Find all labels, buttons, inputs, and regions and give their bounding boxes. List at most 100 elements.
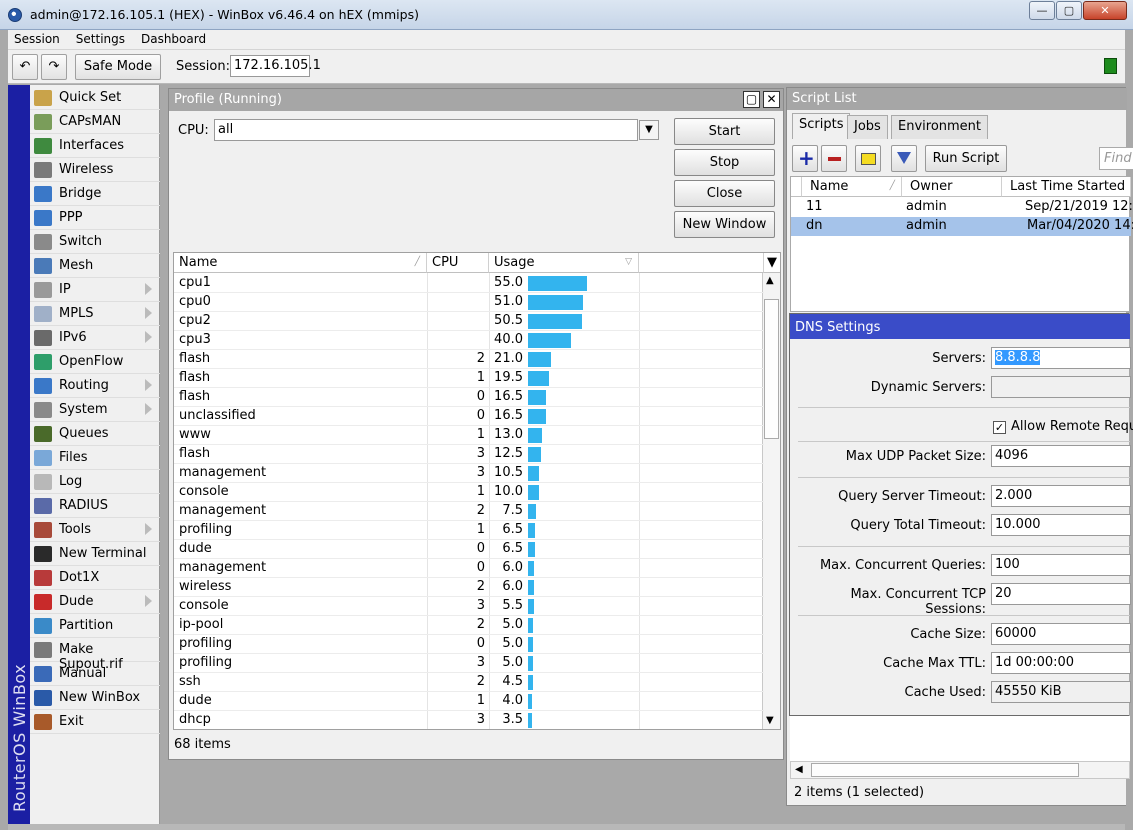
sidebar-item-make-supout-rif[interactable]: Make Supout.rif bbox=[30, 638, 160, 672]
table-row[interactable]: profiling 3 5.0 bbox=[174, 654, 764, 673]
sidebar-item-radius[interactable]: RADIUS bbox=[30, 494, 160, 518]
sidebar-item-tools[interactable]: Tools bbox=[30, 518, 160, 542]
run-script-button[interactable]: Run Script bbox=[925, 145, 1007, 172]
table-row[interactable]: dhcp 3 3.5 bbox=[174, 711, 764, 729]
table-row[interactable]: management 0 6.0 bbox=[174, 559, 764, 578]
table-row[interactable]: flash 0 16.5 bbox=[174, 388, 764, 407]
sidebar-item-ppp[interactable]: PPP bbox=[30, 206, 160, 230]
script-row[interactable]: 11 admin Sep/21/2019 12:5 bbox=[791, 198, 1133, 217]
table-row[interactable]: cpu2 50.5 bbox=[174, 312, 764, 331]
sidebar-item-interfaces[interactable]: Interfaces bbox=[30, 134, 160, 158]
menu-dashboard[interactable]: Dashboard bbox=[135, 30, 212, 48]
table-row[interactable]: console 3 5.5 bbox=[174, 597, 764, 616]
query-server-timeout-field[interactable]: 2.000 bbox=[991, 485, 1131, 507]
table-row[interactable]: cpu3 40.0 bbox=[174, 331, 764, 350]
sidebar-item-dude[interactable]: Dude bbox=[30, 590, 160, 614]
table-row[interactable]: flash 1 19.5 bbox=[174, 369, 764, 388]
sidebar-item-mesh[interactable]: Mesh bbox=[30, 254, 160, 278]
max-udp-field[interactable]: 4096 bbox=[991, 445, 1131, 467]
tab-environment[interactable]: Environment bbox=[891, 115, 989, 139]
allow-remote-requests-checkbox[interactable]: ✓ bbox=[993, 421, 1006, 434]
table-row[interactable]: management 3 10.5 bbox=[174, 464, 764, 483]
column-menu-icon[interactable]: ▼ bbox=[764, 253, 780, 273]
max-concurrent-queries-field[interactable]: 100 bbox=[991, 554, 1131, 576]
table-row[interactable]: cpu1 55.0 bbox=[174, 274, 764, 293]
sidebar-item-log[interactable]: Log bbox=[30, 470, 160, 494]
profile-close-button[interactable]: ✕ bbox=[763, 91, 780, 108]
sidebar-item-routing[interactable]: Routing bbox=[30, 374, 160, 398]
sidebar-item-capsman[interactable]: CAPsMAN bbox=[30, 110, 160, 134]
sidebar-item-quick-set[interactable]: Quick Set bbox=[30, 86, 160, 110]
sidebar-item-bridge[interactable]: Bridge bbox=[30, 182, 160, 206]
menu-session[interactable]: Session bbox=[8, 30, 66, 48]
cpu-dropdown-icon[interactable]: ▼ bbox=[639, 120, 659, 140]
safe-mode-button[interactable]: Safe Mode bbox=[75, 54, 161, 80]
table-row[interactable]: dude 1 4.0 bbox=[174, 692, 764, 711]
profile-vertical-scrollbar[interactable]: ▲ ▼ bbox=[762, 273, 780, 729]
new-window-button[interactable]: New Window bbox=[674, 211, 775, 238]
comment-button[interactable] bbox=[855, 145, 881, 172]
cpu-select[interactable]: all bbox=[214, 119, 638, 141]
scroll-thumb[interactable] bbox=[764, 299, 779, 439]
column-header-last-started[interactable]: Last Time Started bbox=[1002, 177, 1131, 197]
start-button[interactable]: Start bbox=[674, 118, 775, 145]
sidebar-item-files[interactable]: Files bbox=[30, 446, 160, 470]
remove-script-button[interactable] bbox=[821, 145, 847, 172]
undo-button[interactable]: ↶ bbox=[12, 54, 38, 80]
sidebar-item-mpls[interactable]: MPLS bbox=[30, 302, 160, 326]
stop-button[interactable]: Stop bbox=[674, 149, 775, 176]
table-row[interactable]: profiling 0 5.0 bbox=[174, 635, 764, 654]
table-row[interactable]: ip-pool 2 5.0 bbox=[174, 616, 764, 635]
scripts-horizontal-scrollbar[interactable]: ◀ bbox=[790, 761, 1130, 779]
redo-button[interactable]: ↷ bbox=[41, 54, 67, 80]
filter-button[interactable] bbox=[891, 145, 917, 172]
tab-jobs[interactable]: Jobs bbox=[847, 115, 888, 139]
table-row[interactable]: www 1 13.0 bbox=[174, 426, 764, 445]
cache-max-ttl-field[interactable]: 1d 00:00:00 bbox=[991, 652, 1131, 674]
table-row[interactable]: profiling 1 6.5 bbox=[174, 521, 764, 540]
max-concurrent-tcp-field[interactable]: 20 bbox=[991, 583, 1131, 605]
sidebar-item-system[interactable]: System bbox=[30, 398, 160, 422]
table-row[interactable]: cpu0 51.0 bbox=[174, 293, 764, 312]
horizontal-scroll-thumb[interactable] bbox=[811, 763, 1079, 777]
sidebar-item-partition[interactable]: Partition bbox=[30, 614, 160, 638]
sidebar-item-openflow[interactable]: OpenFlow bbox=[30, 350, 160, 374]
column-header-owner[interactable]: Owner bbox=[902, 177, 1002, 197]
table-row[interactable]: flash 2 21.0 bbox=[174, 350, 764, 369]
table-row[interactable]: unclassified 0 16.5 bbox=[174, 407, 764, 426]
maximize-button[interactable]: ▢ bbox=[1056, 1, 1082, 20]
add-script-button[interactable]: + bbox=[792, 145, 818, 172]
sidebar-item-dot1x[interactable]: Dot1X bbox=[30, 566, 160, 590]
sidebar-item-manual[interactable]: Manual bbox=[30, 662, 160, 686]
script-row[interactable]: dn admin Mar/04/2020 14:4 bbox=[791, 217, 1133, 236]
profile-maximize-button[interactable]: ▢ bbox=[743, 91, 760, 108]
servers-field[interactable]: 8.8.8.8 bbox=[991, 347, 1131, 369]
menu-settings[interactable]: Settings bbox=[70, 30, 131, 48]
session-address-field[interactable]: 172.16.105.1 bbox=[230, 55, 321, 77]
column-header-usage[interactable]: Usage ▽ bbox=[489, 253, 639, 273]
sidebar-item-new-terminal[interactable]: New Terminal bbox=[30, 542, 160, 566]
sidebar-item-switch[interactable]: Switch bbox=[30, 230, 160, 254]
scroll-up-icon[interactable]: ▲ bbox=[766, 275, 774, 286]
column-header-script-name[interactable]: Name ╱ bbox=[802, 177, 902, 197]
sidebar-item-ipv6[interactable]: IPv6 bbox=[30, 326, 160, 350]
table-row[interactable]: dude 0 6.5 bbox=[174, 540, 764, 559]
table-row[interactable]: wireless 2 6.0 bbox=[174, 578, 764, 597]
sidebar-item-ip[interactable]: IP bbox=[30, 278, 160, 302]
find-input[interactable]: Find bbox=[1099, 147, 1133, 170]
close-window-button[interactable]: ✕ bbox=[1083, 1, 1127, 20]
query-total-timeout-field[interactable]: 10.000 bbox=[991, 514, 1131, 536]
table-row[interactable]: flash 3 12.5 bbox=[174, 445, 764, 464]
scroll-left-icon[interactable]: ◀ bbox=[795, 764, 803, 775]
sidebar-item-exit[interactable]: Exit bbox=[30, 710, 160, 734]
sidebar-item-new-winbox[interactable]: New WinBox bbox=[30, 686, 160, 710]
sidebar-item-wireless[interactable]: Wireless bbox=[30, 158, 160, 182]
column-header-cpu[interactable]: CPU bbox=[427, 253, 489, 273]
table-row[interactable]: ssh 2 4.5 bbox=[174, 673, 764, 692]
table-row[interactable]: management 2 7.5 bbox=[174, 502, 764, 521]
column-header-name[interactable]: Name ╱ bbox=[174, 253, 427, 273]
tab-scripts[interactable]: Scripts bbox=[792, 113, 851, 139]
scroll-down-icon[interactable]: ▼ bbox=[766, 715, 774, 726]
sidebar-item-queues[interactable]: Queues bbox=[30, 422, 160, 446]
close-button[interactable]: Close bbox=[674, 180, 775, 207]
